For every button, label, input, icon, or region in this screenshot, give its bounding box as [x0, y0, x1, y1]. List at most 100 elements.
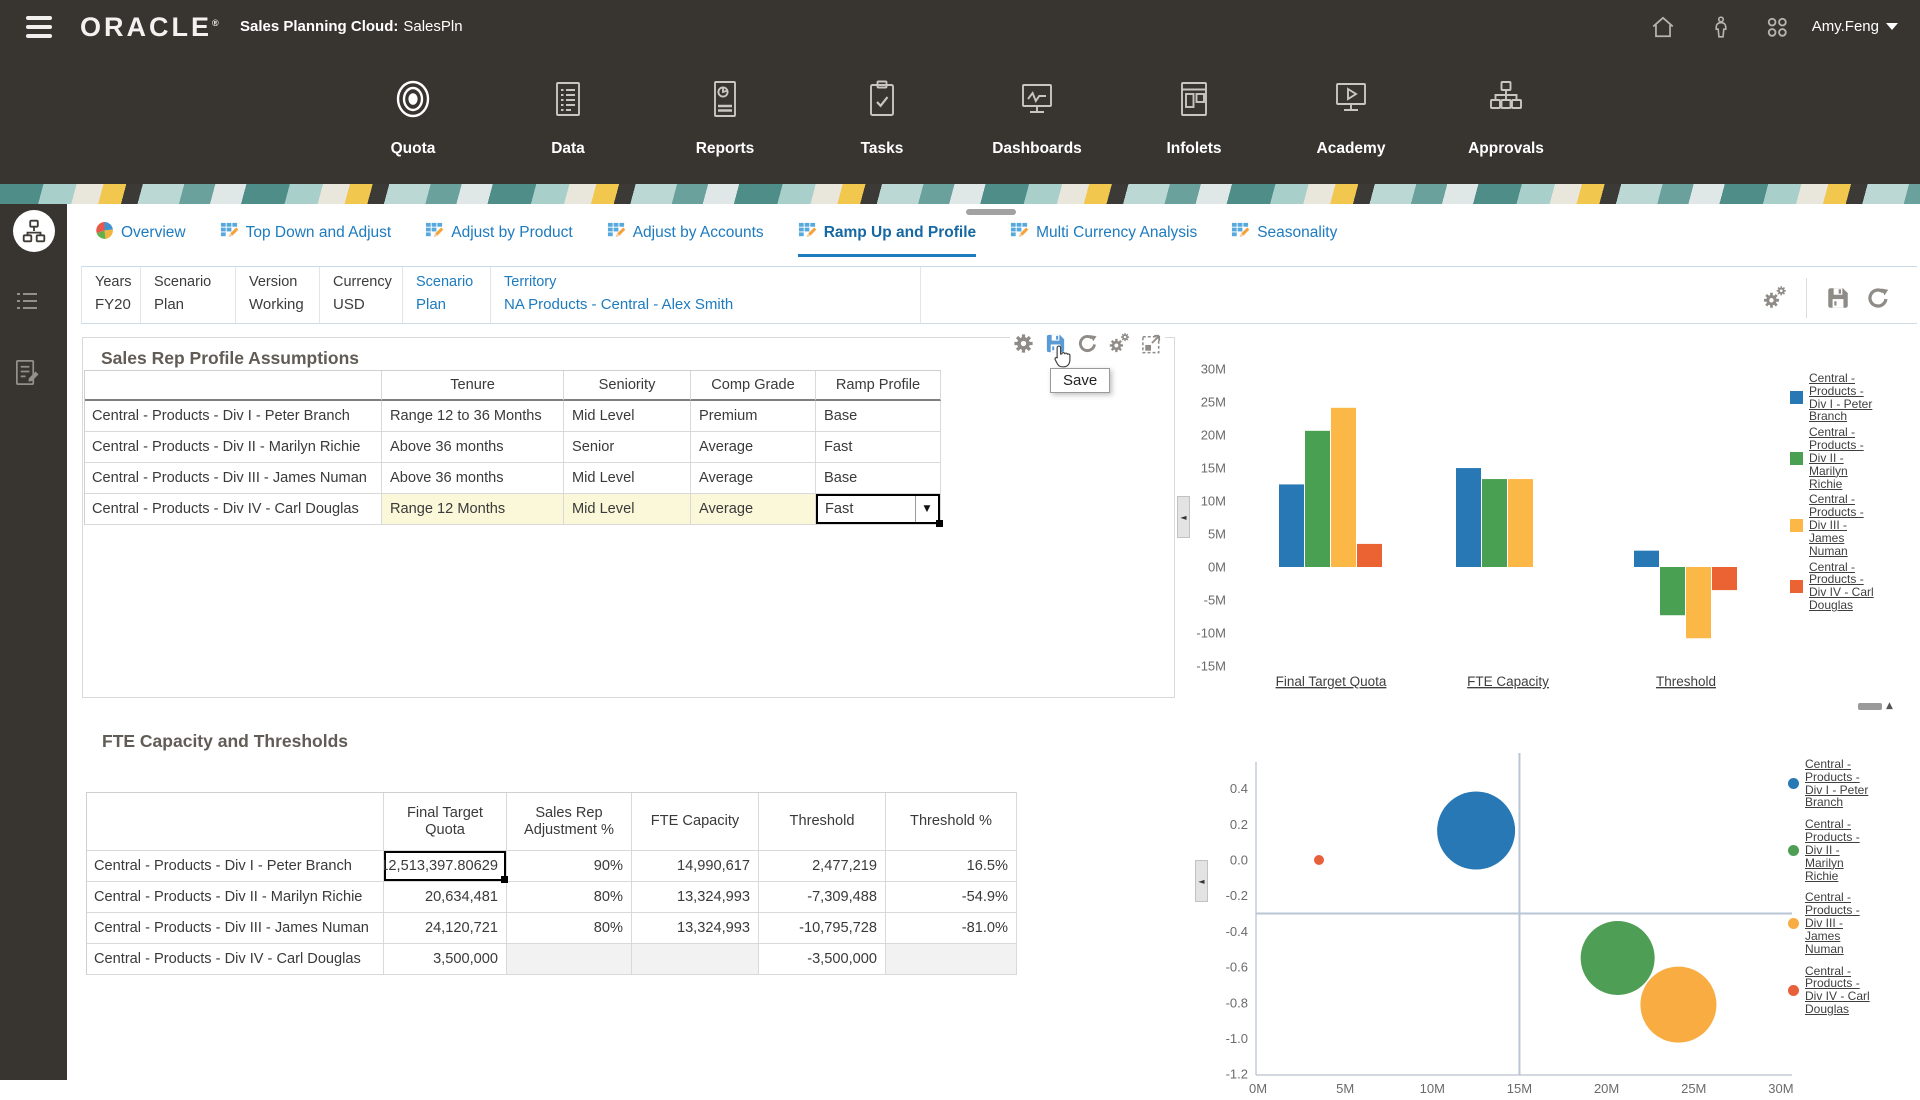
nav-item-dashboards[interactable]: Dashboards: [977, 75, 1097, 158]
panel-resize-handle[interactable]: [966, 209, 1016, 215]
maximize-icon[interactable]: [1140, 332, 1163, 355]
home-icon[interactable]: [1650, 14, 1676, 40]
grid-cell[interactable]: Average: [691, 432, 816, 463]
save-icon[interactable]: [1044, 332, 1067, 355]
pov-version-2[interactable]: VersionWorking: [236, 267, 320, 323]
grid-cell[interactable]: 12,513,397.80629: [384, 851, 507, 882]
grid-cell[interactable]: [507, 944, 632, 975]
grid-cell[interactable]: [886, 944, 1017, 975]
person-icon[interactable]: [1708, 14, 1734, 40]
bar-category-label[interactable]: Final Target Quota: [1276, 674, 1387, 689]
tab-adjust-by-product[interactable]: Adjust by Product: [425, 221, 572, 257]
worksheet-edit-icon[interactable]: [13, 358, 40, 392]
grid-cell[interactable]: Mid Level: [564, 463, 691, 494]
legend-item-central-products-div-ii-marilyn-richie[interactable]: Central - Products - Div II - Marilyn Ri…: [1790, 426, 1902, 490]
task-list-icon[interactable]: [13, 288, 41, 321]
data-icon: [544, 110, 592, 127]
grid-cell[interactable]: 90%: [507, 851, 632, 882]
tab-adjust-by-accounts[interactable]: Adjust by Accounts: [607, 221, 764, 257]
grid-cell[interactable]: 13,324,993: [632, 882, 759, 913]
tab-multi-currency-analysis[interactable]: Multi Currency Analysis: [1010, 221, 1197, 257]
apps-grid-icon[interactable]: [1764, 14, 1790, 40]
legend-item-central-products-div-ii-marilyn-richie[interactable]: Central - Products - Div II - Marilyn Ri…: [1788, 818, 1900, 882]
grid-cell[interactable]: 80%: [507, 882, 632, 913]
tab-seasonality[interactable]: Seasonality: [1231, 221, 1337, 257]
tab-ramp-up-and-profile[interactable]: Ramp Up and Profile: [798, 221, 976, 257]
settings-gears-icon[interactable]: [1108, 332, 1131, 355]
legend-item-central-products-div-i-peter-branch[interactable]: Central - Products - Div I - Peter Branc…: [1790, 372, 1902, 423]
grid-cell[interactable]: Mid Level: [564, 401, 691, 432]
grid-cell[interactable]: Above 36 months: [382, 432, 564, 463]
horizontal-splitter[interactable]: ▲: [1858, 701, 1893, 711]
refresh-icon[interactable]: [1865, 285, 1891, 311]
nav-item-data[interactable]: Data: [508, 75, 628, 158]
nav-item-tasks[interactable]: Tasks: [822, 75, 942, 158]
legend-item-central-products-div-iv-carl-douglas[interactable]: Central - Products - Div IV - Carl Dougl…: [1790, 561, 1902, 612]
grid-cell[interactable]: 16.5%: [886, 851, 1017, 882]
grid-cell[interactable]: -81.0%: [886, 913, 1017, 944]
nav-item-approvals[interactable]: Approvals: [1446, 75, 1566, 158]
grid-cell[interactable]: Premium: [691, 401, 816, 432]
grid-cell[interactable]: -10,795,728: [759, 913, 886, 944]
grid-cell[interactable]: 14,990,617: [632, 851, 759, 882]
grid-cell[interactable]: Above 36 months: [382, 463, 564, 494]
grid-cell[interactable]: 80%: [507, 913, 632, 944]
grid-cell[interactable]: Range 12 Months: [382, 494, 564, 525]
selection-handle[interactable]: [936, 520, 943, 527]
pov-territory-5[interactable]: TerritoryNA Products - Central - Alex Sm…: [491, 267, 921, 323]
row-header: Central - Products - Div IV - Carl Dougl…: [87, 944, 384, 975]
pov-scenario-4[interactable]: ScenarioPlan: [403, 267, 491, 323]
nav-item-infolets[interactable]: Infolets: [1134, 75, 1254, 158]
grid-cell[interactable]: Fast: [816, 432, 941, 463]
pov-currency-3[interactable]: CurrencyUSD: [320, 267, 403, 323]
pov-years-0[interactable]: YearsFY20: [82, 267, 141, 323]
nav-item-reports[interactable]: Reports: [665, 75, 785, 158]
tasks-icon: [858, 110, 906, 127]
legend-label: Central - Products - Div III - James Num…: [1809, 493, 1875, 557]
bar-category-label[interactable]: FTE Capacity: [1467, 674, 1549, 689]
vertical-splitter[interactable]: ◄: [1195, 860, 1208, 902]
ramp-profile-dropdown[interactable]: Fast▼: [816, 494, 941, 525]
user-menu[interactable]: Amy.Feng: [1812, 18, 1898, 35]
refresh-icon[interactable]: [1076, 332, 1099, 355]
grid-cell[interactable]: Base: [816, 463, 941, 494]
tab-bar: Overview Top Down and Adjust Adjust by Pro…: [95, 216, 1337, 262]
nav-item-academy[interactable]: Academy: [1291, 75, 1411, 158]
settings-gears-icon[interactable]: [1762, 285, 1788, 311]
tab-overview[interactable]: Overview: [95, 221, 186, 257]
pov-scenario-1[interactable]: ScenarioPlan: [141, 267, 236, 323]
grid-cell[interactable]: Range 12 to 36 Months: [382, 401, 564, 432]
grid-cell[interactable]: Average: [691, 494, 816, 525]
grid-cell[interactable]: 3,500,000: [384, 944, 507, 975]
navigator-flow-icon[interactable]: [13, 210, 55, 252]
grid-cell[interactable]: -3,500,000: [759, 944, 886, 975]
hamburger-menu-icon[interactable]: [26, 16, 52, 38]
bar-category-label[interactable]: Threshold: [1656, 674, 1716, 689]
grid-cell[interactable]: [632, 944, 759, 975]
grid-cell[interactable]: Mid Level: [564, 494, 691, 525]
legend-item-central-products-div-i-peter-branch[interactable]: Central - Products - Div I - Peter Branc…: [1788, 758, 1900, 809]
legend-item-central-products-div-iii-james-numan[interactable]: Central - Products - Div III - James Num…: [1790, 493, 1902, 557]
legend-item-central-products-div-iv-carl-douglas[interactable]: Central - Products - Div IV - Carl Dougl…: [1788, 965, 1900, 1016]
save-icon[interactable]: [1825, 285, 1851, 311]
bar-central-products-div-i-peter-branch: [1634, 551, 1659, 567]
grid-cell[interactable]: Senior: [564, 432, 691, 463]
grid-cell[interactable]: 24,120,721: [384, 913, 507, 944]
grid-cell[interactable]: Average: [691, 463, 816, 494]
grid-cell[interactable]: 2,477,219: [759, 851, 886, 882]
grid-cell[interactable]: Base: [816, 401, 941, 432]
dropdown-arrow-icon[interactable]: ▼: [915, 496, 938, 522]
caret-down-icon: [1886, 23, 1898, 30]
grid-cell[interactable]: -7,309,488: [759, 882, 886, 913]
settings-icon[interactable]: [1012, 332, 1035, 355]
bar-y-tick: 0M: [1208, 560, 1226, 575]
grid-cell[interactable]: -54.9%: [886, 882, 1017, 913]
grid-cell[interactable]: 13,324,993: [632, 913, 759, 944]
legend-item-central-products-div-iii-james-numan[interactable]: Central - Products - Div III - James Num…: [1788, 891, 1900, 955]
tab-top-down-and-adjust[interactable]: Top Down and Adjust: [220, 221, 392, 257]
selection-handle[interactable]: [501, 876, 508, 883]
grid-cell[interactable]: 20,634,481: [384, 882, 507, 913]
nav-item-quota[interactable]: Quota: [353, 75, 473, 158]
vertical-splitter[interactable]: ◄: [1177, 496, 1190, 538]
legend-swatch: [1788, 845, 1799, 856]
